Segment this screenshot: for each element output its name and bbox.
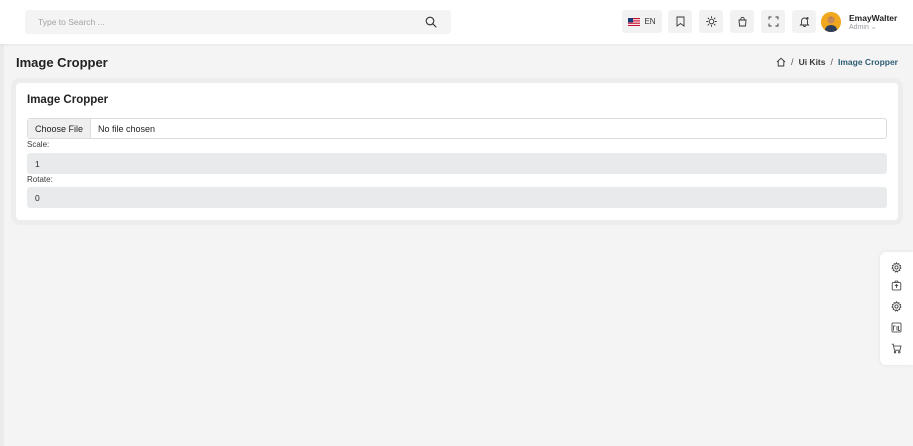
choose-file-button[interactable]: Choose File (28, 119, 92, 138)
card-title: Image Cropper (27, 94, 109, 106)
bookmark-icon (676, 16, 684, 27)
bag-icon (738, 16, 746, 27)
cart-icon[interactable] (891, 343, 902, 354)
sun-icon (705, 16, 717, 27)
rotate-label: Rotate: (27, 175, 53, 184)
scale-input[interactable]: 1 (27, 153, 887, 174)
scale-label: Scale: (27, 140, 50, 149)
user-role[interactable]: Admin ⌄ (849, 23, 877, 31)
bell-icon (798, 17, 810, 27)
page-title: Image Cropper (16, 55, 108, 70)
breadcrumb-ui-kits[interactable]: Ui Kits (799, 57, 826, 67)
image-cropper-card: Image Cropper Choose File No file chosen… (16, 83, 898, 220)
theme-toggle-button[interactable] (699, 10, 723, 33)
right-dock (880, 252, 913, 365)
notification-button[interactable] (792, 10, 816, 33)
breadcrumb-separator: / (791, 57, 794, 67)
search-icon[interactable] (425, 16, 437, 28)
avatar[interactable] (821, 12, 841, 32)
settings-icon[interactable] (891, 262, 902, 273)
fullscreen-icon (768, 16, 778, 27)
breadcrumb-separator: / (830, 57, 833, 67)
topbar: Type to Search ... EN EmayWalter Admin ⌄ (0, 0, 913, 44)
image-icon[interactable] (891, 322, 902, 333)
cart-button[interactable] (730, 10, 754, 33)
box-icon[interactable] (891, 280, 902, 291)
rotate-input[interactable]: 0 (27, 187, 887, 208)
home-icon[interactable] (776, 57, 786, 67)
left-edge (0, 0, 4, 446)
settings-icon[interactable] (891, 301, 902, 312)
language-selector[interactable]: EN (622, 10, 662, 33)
search-input[interactable]: Type to Search ... (38, 17, 438, 27)
breadcrumb: / Ui Kits / Image Cropper (776, 57, 898, 67)
language-code: EN (644, 17, 656, 26)
rotate-value: 0 (35, 192, 40, 203)
bookmark-button[interactable] (668, 10, 692, 33)
scale-value: 1 (35, 158, 40, 169)
user-name[interactable]: EmayWalter (849, 13, 897, 23)
search-bar[interactable]: Type to Search ... (25, 10, 451, 34)
breadcrumb-current: Image Cropper (838, 57, 898, 67)
file-input[interactable]: Choose File No file chosen (27, 118, 887, 139)
file-status: No file chosen (98, 123, 156, 134)
us-flag-icon (628, 17, 641, 26)
fullscreen-button[interactable] (761, 10, 785, 33)
